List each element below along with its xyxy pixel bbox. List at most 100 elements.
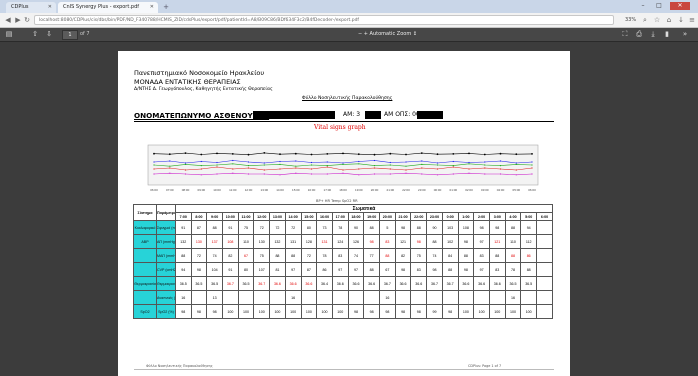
page-number-input[interactable]: 1	[62, 30, 78, 40]
table-cell: 91	[174, 220, 192, 235]
table-cell: 73	[316, 220, 333, 235]
x-tick-label: 21:00	[387, 188, 395, 192]
table-cell: 97	[347, 262, 365, 277]
table-cell: 72	[190, 248, 208, 263]
table-row: ABP ΑΠ (mmHg) 132 130 137 108 110 130 132 131 128 1…	[132, 234, 553, 249]
time-header: 2:00	[473, 212, 490, 221]
x-tick-label: 05:00	[513, 188, 521, 192]
data-point-spo2	[342, 169, 344, 171]
table-cell: 36.7	[221, 276, 239, 291]
tab-cdplus[interactable]: CDPlus ✕	[6, 2, 56, 13]
address-bar-row: ◀ ▶ ↻ localhost:8080/CDPlus/cis/dbs/bin/…	[0, 13, 698, 28]
footer-divider	[134, 369, 554, 370]
reload-icon[interactable]: ↻	[22, 15, 32, 25]
x-tick-label: 20:00	[371, 188, 379, 192]
home-icon[interactable]: ⌂	[664, 15, 674, 25]
table-cell: 88	[520, 262, 538, 277]
data-point-hr	[531, 161, 533, 163]
day-header: Σωματικά	[174, 204, 554, 213]
row-system-label: Θερμοκρασία	[132, 276, 158, 291]
table-cell: 99	[426, 304, 443, 319]
zoom-indicator[interactable]: 33%	[625, 15, 636, 25]
tools-icon[interactable]: »	[680, 29, 690, 40]
new-tab-button[interactable]: +	[161, 3, 171, 11]
url-input[interactable]: localhost:8080/CDPlus/cis/dbs/bin/PDF/ND…	[34, 15, 614, 25]
data-point-rr	[358, 174, 360, 176]
maximize-button[interactable]: □	[652, 2, 666, 10]
table-cell: 112	[520, 234, 538, 249]
vital-signs-chart: 06:00 07:00 08:00 09:00 10:00 11:00 12:00 13:00…	[147, 144, 539, 192]
time-header: 1:00	[457, 212, 475, 221]
data-point-temp	[216, 164, 218, 166]
footer-left: Φύλλο Νοσηλευτικής Παρακολούθησης	[146, 364, 213, 368]
table-cell: 72	[300, 248, 318, 263]
page-count: of 7	[80, 31, 90, 37]
tab-export-pdf[interactable]: CnIS Synergy Plus - export.pdf ✕	[58, 2, 158, 13]
data-point-spo2	[153, 168, 155, 170]
save-icon[interactable]: ⤓	[648, 29, 658, 40]
data-point-sbp	[231, 153, 234, 155]
data-point-sbp	[200, 153, 203, 156]
table-cell: 100	[316, 304, 333, 319]
data-point-rr	[405, 172, 407, 174]
data-point-hr	[310, 161, 313, 164]
sidebar-toggle-icon[interactable]: ▤	[4, 29, 14, 40]
table-cell: 121	[394, 234, 412, 249]
time-header: 16:00	[316, 212, 333, 221]
table-cell	[394, 290, 412, 305]
data-point-hr	[421, 160, 423, 162]
table-cell: 36.6	[300, 276, 318, 291]
time-header: 12:00	[253, 212, 271, 221]
table-cell: 98	[441, 304, 459, 319]
presentation-icon[interactable]: ⛶	[620, 29, 630, 40]
table-cell: 88	[174, 248, 192, 263]
table-cell: 84	[441, 248, 459, 263]
data-point-hr	[184, 162, 187, 164]
table-row: ΜΑΠ (mmHg)887274826775888872788374778882…	[132, 248, 553, 263]
close-tab-icon[interactable]: ✕	[48, 2, 52, 13]
data-point-rr	[499, 173, 502, 175]
data-point-spo2	[405, 169, 407, 171]
data-point-temp	[484, 164, 486, 166]
data-point-spo2	[247, 167, 250, 169]
minimize-button[interactable]: –	[636, 2, 650, 10]
zoom-select[interactable]: − + Automatic Zoom ↕	[358, 29, 417, 40]
table-cell: 98	[457, 234, 475, 249]
star-icon[interactable]: ☆	[652, 15, 662, 25]
table-cell	[426, 290, 443, 305]
table-cell: 36.6	[347, 276, 365, 291]
data-point-temp	[358, 163, 360, 165]
table-cell: 88	[441, 262, 459, 277]
data-point-hr	[247, 161, 250, 163]
data-point-rr	[279, 174, 281, 176]
table-cell: 98	[190, 262, 208, 277]
table-cell: 36.5	[206, 276, 223, 291]
print-icon[interactable]: ⎙	[634, 29, 644, 40]
close-tab-icon[interactable]: ✕	[150, 2, 154, 13]
table-cell: 78	[316, 248, 333, 263]
search-icon[interactable]: ⌕	[640, 15, 650, 25]
download-icon[interactable]: ↓	[676, 15, 686, 25]
table-cell: 107	[253, 262, 271, 277]
x-tick-label: 03:00	[481, 188, 489, 192]
data-point-hr	[153, 161, 155, 163]
data-point-sbp	[153, 152, 155, 155]
data-point-spo2	[421, 167, 423, 169]
table-cell: 97	[331, 262, 349, 277]
data-point-temp	[184, 163, 187, 165]
x-tick-label: 04:00	[497, 188, 505, 192]
col-header-system: Σύστημα	[132, 204, 158, 221]
data-point-spo2	[295, 167, 297, 169]
table-cell: 36.6	[410, 276, 428, 291]
prev-page-icon[interactable]: ⇧	[30, 29, 40, 40]
time-header: 0:00	[441, 212, 459, 221]
back-icon[interactable]: ◀	[3, 15, 13, 25]
menu-icon[interactable]: ≡	[687, 15, 697, 25]
close-window-button[interactable]: ✕	[670, 2, 690, 10]
data-point-hr	[216, 161, 218, 164]
next-page-icon[interactable]: ⇩	[44, 29, 54, 40]
table-cell: 83	[379, 234, 396, 249]
row-param-label: Σφυγμοί (παλμοί/min)	[156, 220, 176, 235]
data-point-temp	[436, 164, 439, 166]
bookmark-icon[interactable]: ▮	[662, 29, 672, 40]
